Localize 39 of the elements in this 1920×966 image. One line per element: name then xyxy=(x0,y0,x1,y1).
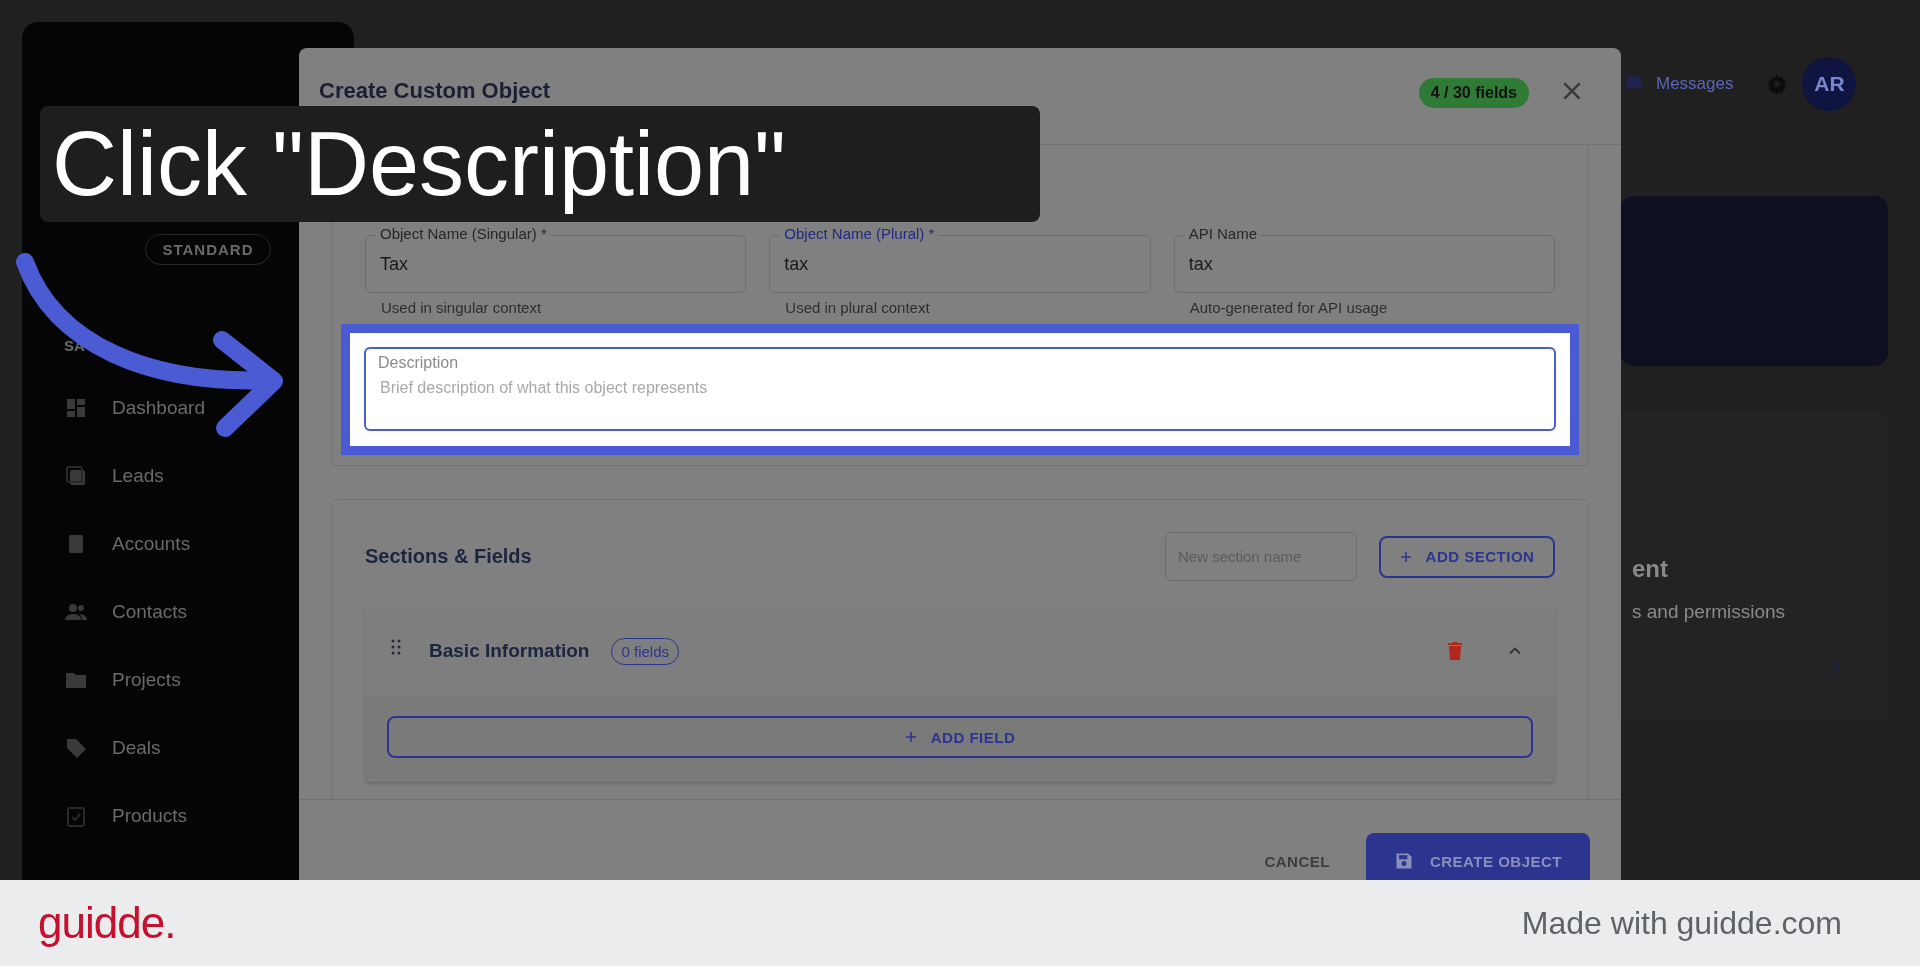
card-title: ent xyxy=(1632,555,1669,583)
sidebar-item[interactable]: Contacts xyxy=(22,578,354,646)
section-title: Sections & Fields xyxy=(365,545,533,568)
field-label: Description xyxy=(378,354,459,372)
dialog-title: Create Custom Object xyxy=(319,78,552,104)
text-field[interactable]: API Name tax xyxy=(1173,225,1555,293)
plus-icon xyxy=(904,731,917,743)
sidebar-item[interactable]: Dashboard xyxy=(22,374,354,442)
field-label: Object Name (Plural) * xyxy=(780,225,939,243)
plus-icon xyxy=(1399,550,1412,563)
text-field[interactable]: Object Name (Plural) * tax xyxy=(769,225,1151,293)
brand-logo[interactable]: guidde. xyxy=(38,898,176,948)
cancel-button[interactable]: CANCEL xyxy=(1264,853,1330,870)
add-field-button[interactable]: ADD FIELD xyxy=(387,716,1533,758)
step-caption: Click "Description" xyxy=(40,106,1040,222)
text-field[interactable]: Object Name (Singular) * Tax xyxy=(365,225,747,293)
nav-icon xyxy=(64,396,88,420)
sidebar-item[interactable]: Projects xyxy=(22,646,354,714)
sidebar-item[interactable]: Deals xyxy=(22,714,354,782)
helper-text: Auto-generated for API usage xyxy=(1189,299,1389,316)
section-name: Basic Information xyxy=(429,640,590,662)
nav-icon xyxy=(64,736,88,760)
field-count-badge: 4 / 30 fields xyxy=(1418,78,1529,108)
helper-text: Used in plural context xyxy=(785,299,931,316)
credit-text: Made with guidde.com xyxy=(1521,904,1842,942)
user-avatar[interactable]: AR xyxy=(1802,57,1857,111)
field-label: Object Name (Singular) * xyxy=(376,225,551,243)
sidebar-item[interactable]: Products xyxy=(22,782,354,850)
nav-icon xyxy=(64,804,88,828)
nav-icon xyxy=(64,464,88,488)
chat-icon xyxy=(1624,74,1644,94)
card-subtitle: s and permissions xyxy=(1632,601,1787,623)
sidebar-item[interactable]: Accounts xyxy=(22,510,354,578)
sidebar-item[interactable]: Leads xyxy=(22,442,354,510)
add-section-button[interactable]: ADD SECTION xyxy=(1379,535,1555,578)
messages-link[interactable]: Messages xyxy=(1656,74,1734,94)
drag-handle-icon[interactable] xyxy=(391,639,401,655)
create-object-button[interactable]: CREATE OBJECT xyxy=(1365,833,1590,880)
helper-text: Used in singular context xyxy=(381,299,543,316)
